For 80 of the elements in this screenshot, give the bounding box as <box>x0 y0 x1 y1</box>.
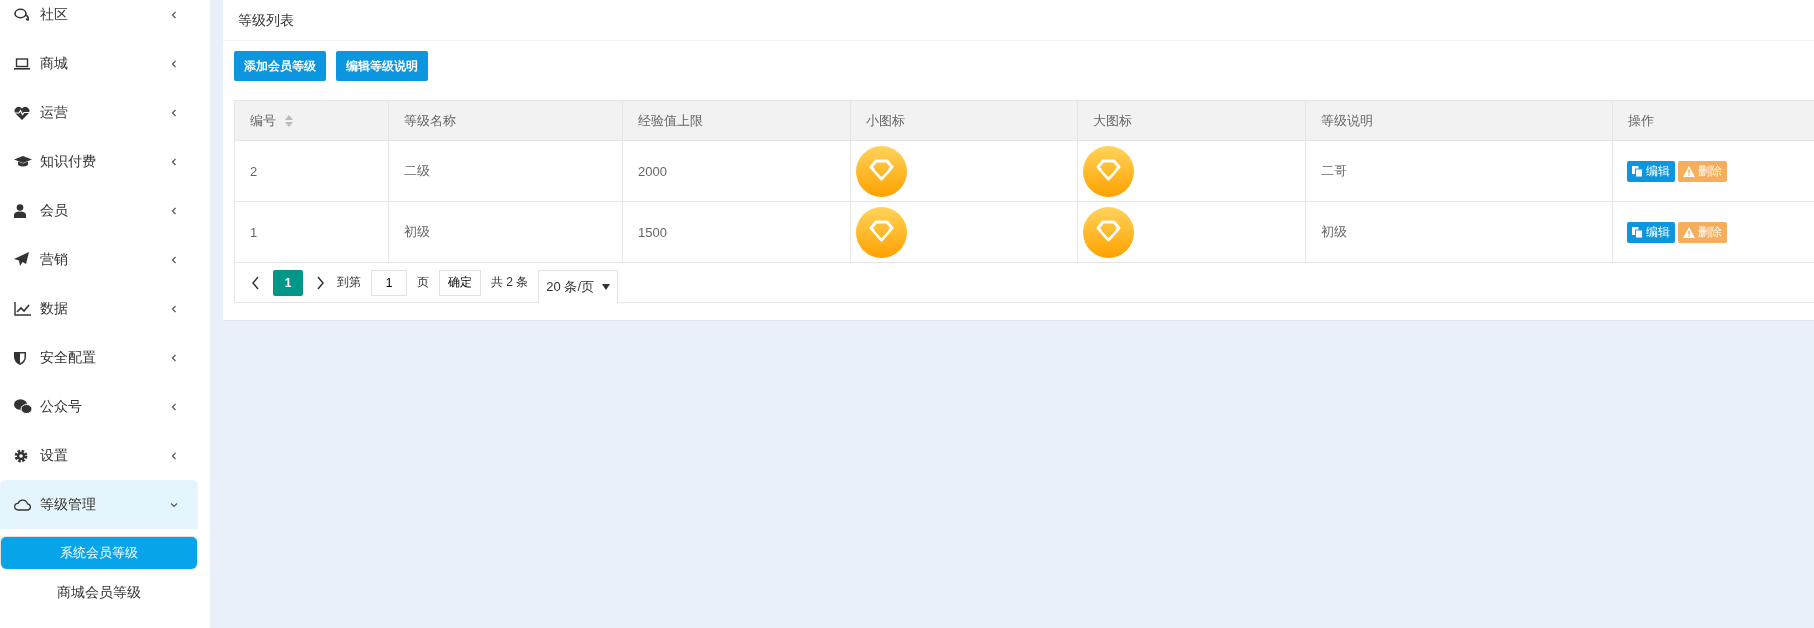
table-cell: 初级 <box>404 223 430 241</box>
sidebar-item-label: 会员 <box>40 201 69 220</box>
sidebar-item-label: 公众号 <box>40 397 83 416</box>
column-header-label: 操作 <box>1628 111 1654 130</box>
chevron-left-icon <box>170 108 178 117</box>
shield-icon <box>14 350 26 365</box>
column-header-label: 大图标 <box>1093 111 1132 130</box>
sidebar-item[interactable]: 运营 <box>0 88 198 137</box>
diamond-badge-icon <box>856 206 907 258</box>
sidebar-item[interactable]: 社区 <box>0 0 198 39</box>
sidebar-item-label: 商城 <box>40 54 69 73</box>
warning-icon <box>1683 165 1695 177</box>
chevron-left-icon <box>170 206 178 215</box>
column-header-label: 经验值上限 <box>638 111 703 130</box>
chevron-down-icon <box>170 500 178 509</box>
card-title: 等级列表 <box>223 0 1814 41</box>
chevron-left-icon <box>170 10 178 19</box>
sidebar-item-label: 营销 <box>40 250 69 269</box>
page-unit-label: 页 <box>417 274 429 291</box>
sidebar-subitem[interactable]: 商城会员等级 <box>0 569 198 617</box>
sidebar-item[interactable]: 知识付费 <box>0 137 198 186</box>
chevron-left-icon <box>170 402 178 411</box>
sidebar-item[interactable]: 等级管理 <box>0 480 198 529</box>
confirm-button[interactable]: 确定 <box>439 269 481 296</box>
goto-label: 到第 <box>337 274 361 291</box>
table-cell: 1 <box>250 224 258 240</box>
chevron-left-icon <box>170 304 178 313</box>
sidebar-item[interactable]: 商城 <box>0 39 198 88</box>
total-count: 共 2 条 <box>491 274 529 291</box>
dropdown-triangle-icon <box>602 283 611 290</box>
sidebar-item[interactable]: 营销 <box>0 235 198 284</box>
sidebar-item[interactable]: 会员 <box>0 186 198 235</box>
graduation-cap-icon <box>14 155 32 168</box>
warning-icon <box>1683 226 1695 238</box>
chevron-left-icon <box>170 59 178 68</box>
copy-icon <box>1632 226 1643 238</box>
table-cell: 1500 <box>638 224 667 240</box>
sidebar-item-label: 安全配置 <box>40 348 97 367</box>
sidebar-item-label: 社区 <box>40 5 69 24</box>
heartbeat-icon <box>14 105 30 120</box>
sidebar-item-label: 运营 <box>40 103 69 122</box>
sidebar-item-label: 等级管理 <box>40 495 97 514</box>
chevron-left-icon <box>170 353 178 362</box>
page-button[interactable]: 1 <box>273 269 303 296</box>
chat-bubbles-icon <box>14 7 30 22</box>
column-header[interactable]: 编号 <box>235 101 389 140</box>
column-header-label: 等级名称 <box>404 111 456 130</box>
cloud-icon <box>14 498 32 511</box>
sidebar-item[interactable]: 设置 <box>0 431 198 480</box>
table-cell: 2 <box>250 163 258 179</box>
chevron-left-icon <box>170 451 178 460</box>
chevron-left-icon <box>170 255 178 264</box>
line-chart-icon <box>14 301 31 316</box>
wechat-icon <box>14 399 32 414</box>
column-header-label: 编号 <box>250 111 276 130</box>
page-input[interactable]: 1 <box>371 269 407 296</box>
chevron-left-icon <box>170 157 178 166</box>
laptop-icon <box>14 57 30 70</box>
page-size-select[interactable]: 20 条/页 <box>538 269 619 303</box>
gear-icon <box>14 448 28 463</box>
table-cell: 二哥 <box>1321 162 1347 180</box>
table-cell: 二级 <box>404 162 430 180</box>
diamond-badge-icon <box>1083 145 1134 197</box>
paper-plane-icon <box>14 252 29 267</box>
column-header-label: 小图标 <box>866 111 905 130</box>
copy-icon <box>1632 165 1643 177</box>
sidebar-item[interactable]: 安全配置 <box>0 333 198 382</box>
column-header-label: 等级说明 <box>1321 111 1373 130</box>
previous-page-icon[interactable] <box>251 275 261 290</box>
user-icon <box>14 203 26 218</box>
table-cell: 初级 <box>1321 223 1347 241</box>
sidebar-item-label: 知识付费 <box>40 152 97 171</box>
sidebar-item[interactable]: 公众号 <box>0 382 198 431</box>
sidebar-item-label: 设置 <box>40 446 69 465</box>
sidebar-item[interactable]: 数据 <box>0 284 198 333</box>
diamond-badge-icon <box>1083 206 1134 258</box>
table-cell: 2000 <box>638 163 667 179</box>
sidebar-item-label: 数据 <box>40 299 69 318</box>
next-page-icon[interactable] <box>315 275 325 290</box>
diamond-badge-icon <box>856 145 907 197</box>
